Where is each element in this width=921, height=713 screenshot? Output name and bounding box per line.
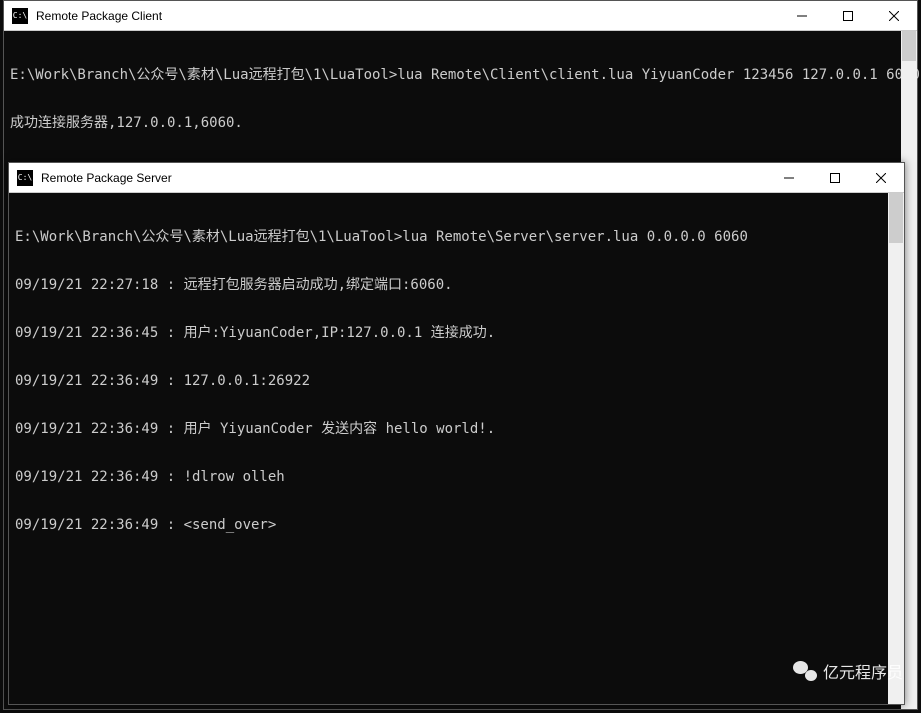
watermark: 亿元程序员 bbox=[793, 659, 903, 683]
cmd-icon: C:\ bbox=[17, 170, 33, 186]
terminal-line: 成功连接服务器,127.0.0.1,6060. bbox=[10, 115, 911, 131]
client-window-controls bbox=[779, 1, 917, 31]
maximize-icon bbox=[830, 173, 840, 183]
wechat-icon bbox=[793, 661, 817, 681]
minimize-icon bbox=[784, 173, 794, 183]
terminal-line: 09/19/21 22:36:45 : 用户:YiyuanCoder,IP:12… bbox=[15, 325, 898, 341]
minimize-button[interactable] bbox=[766, 163, 812, 193]
server-window: C:\ Remote Package Server E:\Work\Branch… bbox=[8, 162, 905, 705]
scrollbar-thumb[interactable] bbox=[902, 31, 916, 61]
server-window-controls bbox=[766, 163, 904, 193]
cmd-icon: C:\ bbox=[12, 8, 28, 24]
terminal-line: 09/19/21 22:36:49 : !dlrow olleh bbox=[15, 469, 898, 485]
server-titlebar[interactable]: C:\ Remote Package Server bbox=[9, 163, 904, 193]
client-window-title: Remote Package Client bbox=[36, 9, 779, 23]
minimize-icon bbox=[797, 11, 807, 21]
minimize-button[interactable] bbox=[779, 1, 825, 31]
close-button[interactable] bbox=[858, 163, 904, 193]
server-window-title: Remote Package Server bbox=[41, 171, 766, 185]
terminal-line: 09/19/21 22:36:49 : 127.0.0.1:26922 bbox=[15, 373, 898, 389]
watermark-text: 亿元程序员 bbox=[823, 659, 903, 683]
terminal-line: E:\Work\Branch\公众号\素材\Lua远程打包\1\LuaTool>… bbox=[15, 229, 898, 245]
terminal-line: 09/19/21 22:27:18 : 远程打包服务器启动成功,绑定端口:606… bbox=[15, 277, 898, 293]
maximize-icon bbox=[843, 11, 853, 21]
terminal-line: 09/19/21 22:36:49 : 用户 YiyuanCoder 发送内容 … bbox=[15, 421, 898, 437]
maximize-button[interactable] bbox=[812, 163, 858, 193]
maximize-button[interactable] bbox=[825, 1, 871, 31]
server-scrollbar[interactable] bbox=[888, 193, 904, 704]
scrollbar-thumb[interactable] bbox=[889, 193, 903, 243]
close-icon bbox=[876, 173, 886, 183]
client-titlebar[interactable]: C:\ Remote Package Client bbox=[4, 1, 917, 31]
server-terminal-output[interactable]: E:\Work\Branch\公众号\素材\Lua远程打包\1\LuaTool>… bbox=[9, 193, 904, 704]
terminal-line: 09/19/21 22:36:49 : <send_over> bbox=[15, 517, 898, 533]
close-icon bbox=[889, 11, 899, 21]
terminal-line: E:\Work\Branch\公众号\素材\Lua远程打包\1\LuaTool>… bbox=[10, 67, 911, 83]
close-button[interactable] bbox=[871, 1, 917, 31]
